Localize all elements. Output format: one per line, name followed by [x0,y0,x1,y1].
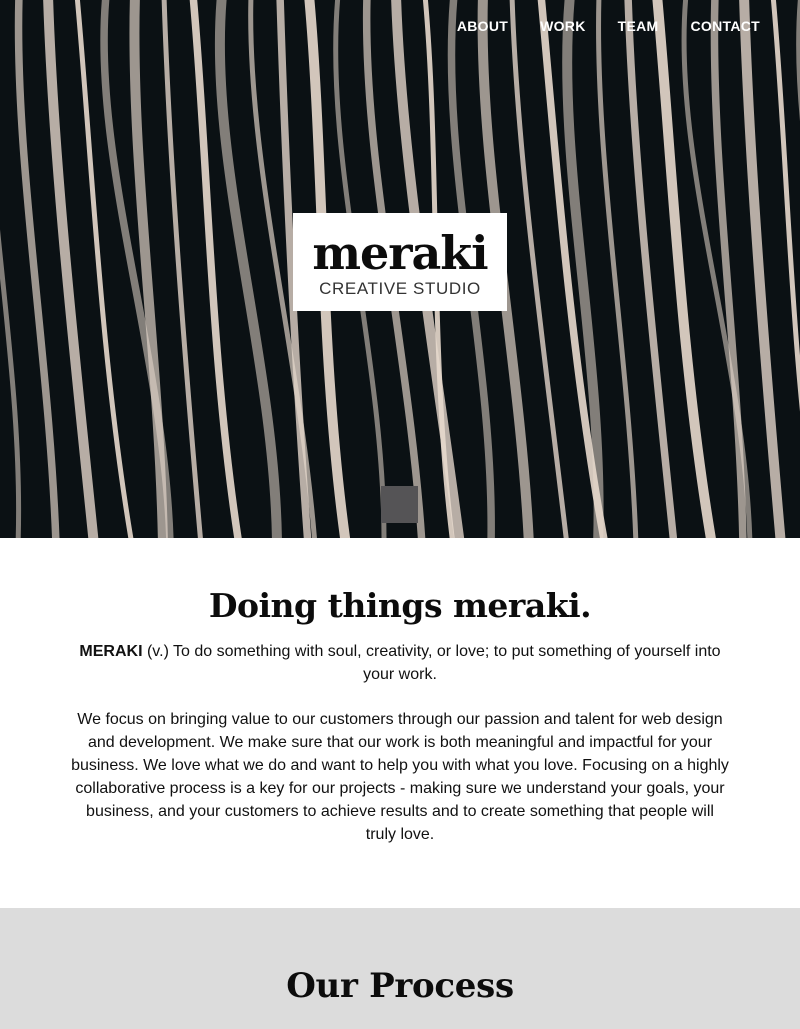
hero-section: ABOUT WORK TEAM CONTACT meraki CREATIVE … [0,0,800,538]
process-heading: Our Process [286,966,514,1006]
main-nav: ABOUT WORK TEAM CONTACT [457,18,760,34]
intro-description: We focus on bringing value to our custom… [71,711,729,843]
nav-work[interactable]: WORK [540,18,586,34]
intro-section: Doing things meraki. MERAKI (v.) To do s… [0,538,800,908]
nav-team[interactable]: TEAM [618,18,659,34]
logo-wordmark: meraki [312,226,488,280]
scroll-down-button[interactable] [381,486,418,523]
process-section: Our Process [0,908,800,1029]
nav-contact[interactable]: CONTACT [691,18,761,34]
logo: meraki CREATIVE STUDIO [293,213,507,311]
logo-tagline: CREATIVE STUDIO [319,279,481,298]
meraki-definition: MERAKI (v.) To do something with soul, c… [70,640,730,686]
definition-text: (v.) To do something with soul, creativi… [142,643,721,683]
meraki-term: MERAKI [79,643,143,660]
intro-heading: Doing things meraki. [208,586,592,625]
nav-about[interactable]: ABOUT [457,18,508,34]
